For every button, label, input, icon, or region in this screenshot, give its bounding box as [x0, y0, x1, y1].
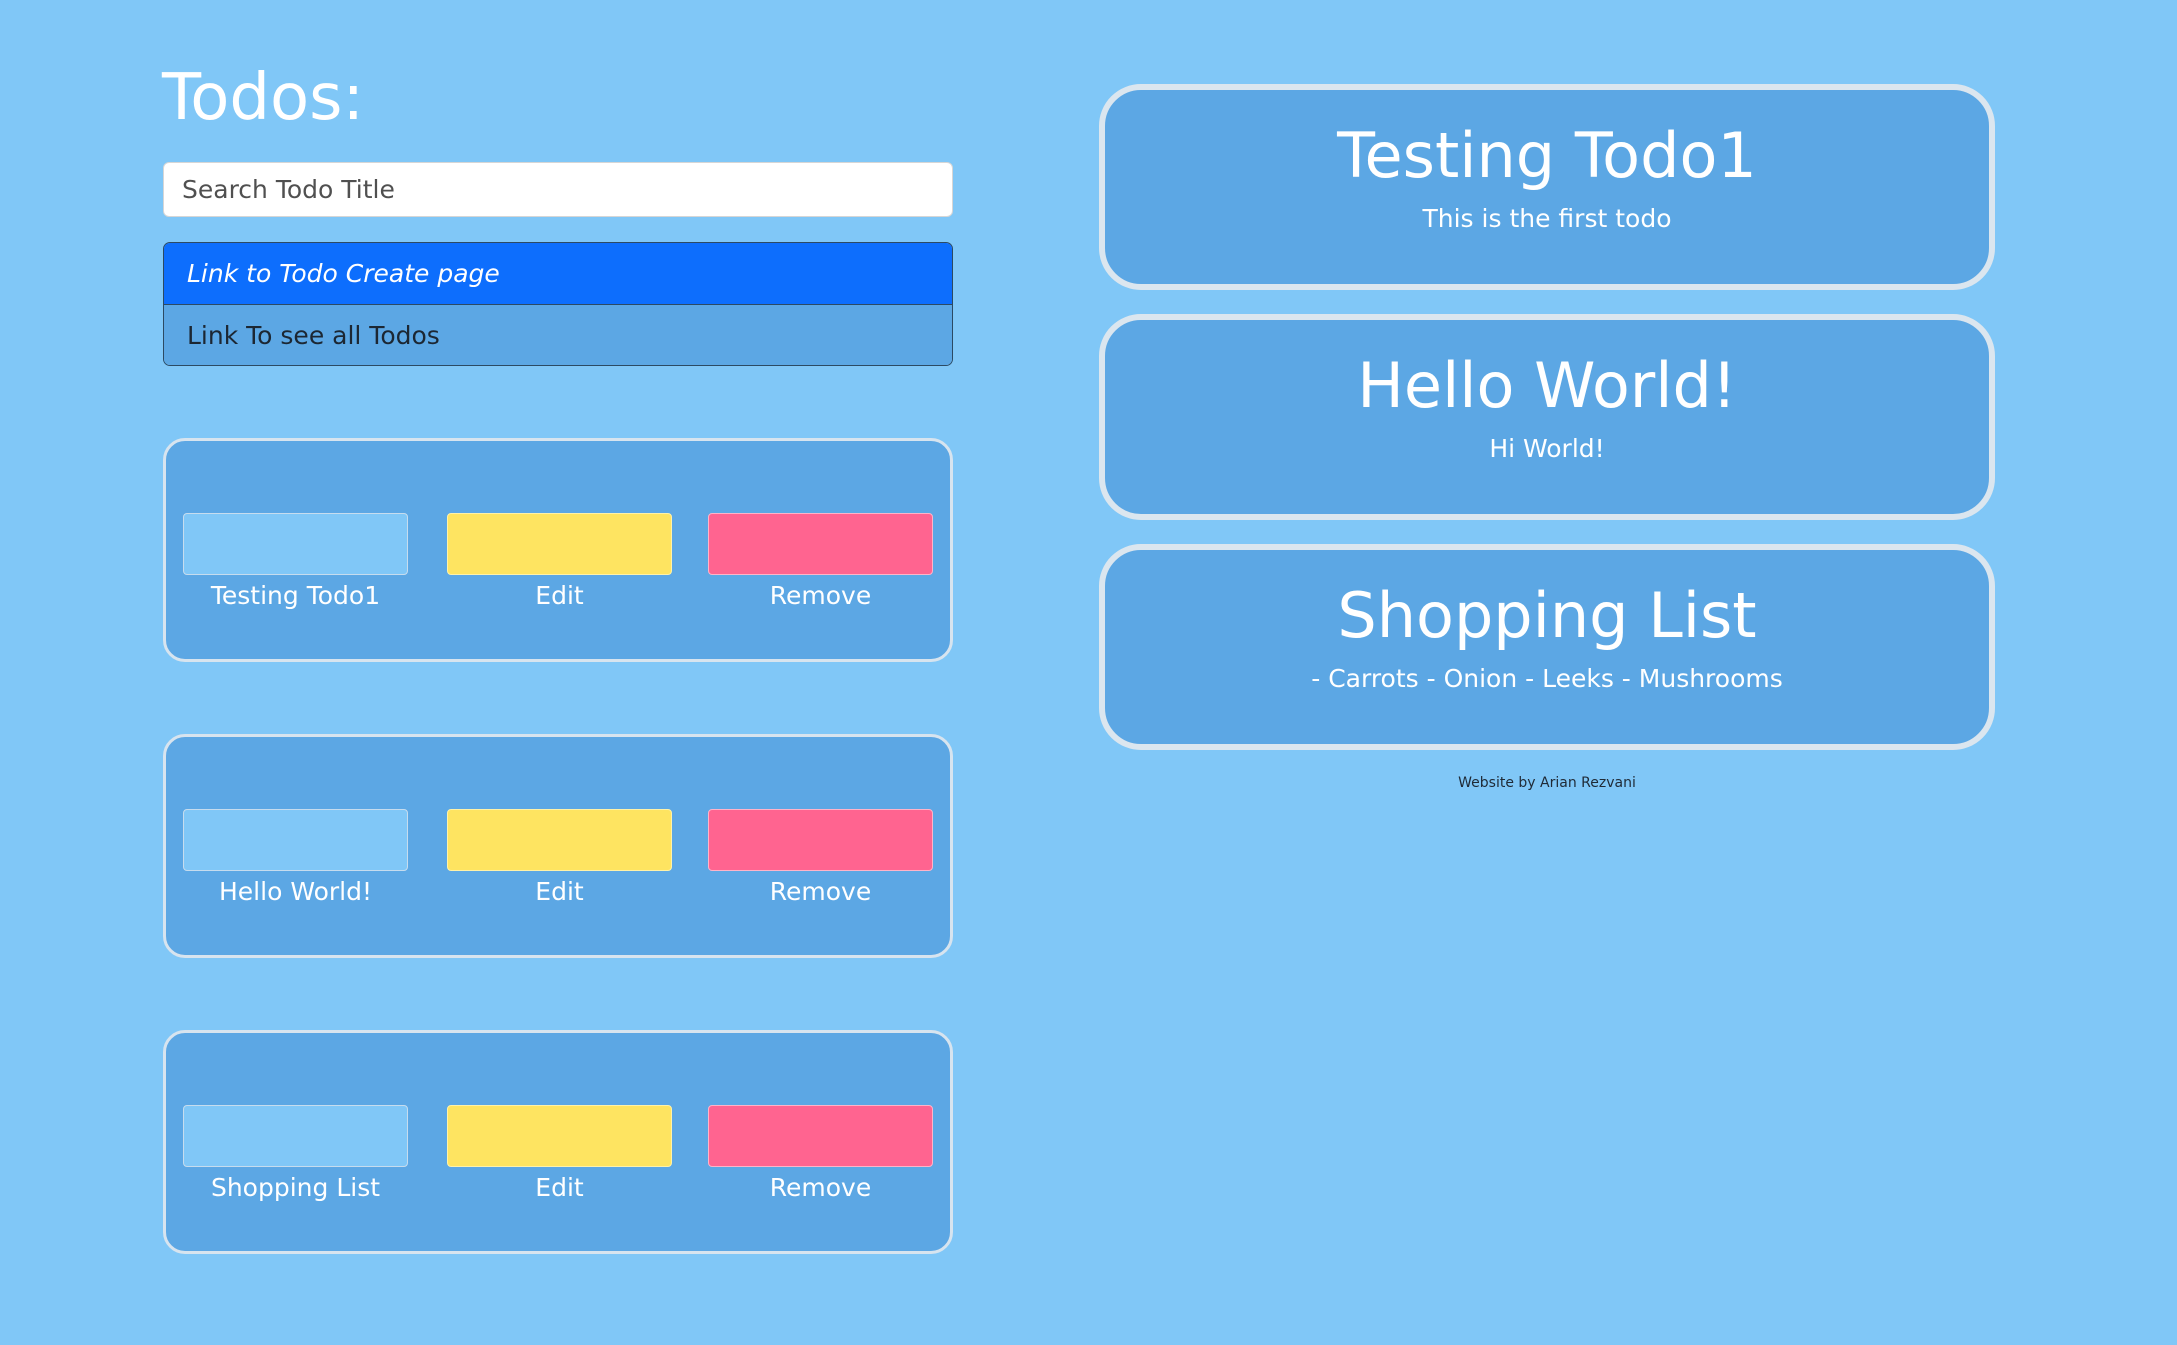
todo-row-list: Testing Todo1 Edit Remove Hello World! E…	[163, 438, 953, 1326]
todo-title-button[interactable]	[183, 809, 408, 871]
link-list: Link to Todo Create page Link To see all…	[163, 242, 953, 366]
remove-label: Remove	[769, 581, 872, 610]
todo-card-list: Testing Todo1 This is the first todo Hel…	[1099, 84, 1995, 774]
todo-card-title: Hello World!	[1357, 349, 1737, 422]
todo-card-description: Hi World!	[1489, 434, 1605, 463]
remove-cell: Remove	[708, 809, 933, 909]
todo-card: Shopping List - Carrots - Onion - Leeks …	[1099, 544, 1995, 750]
todo-card-title: Shopping List	[1337, 579, 1757, 652]
todo-title-cell: Testing Todo1	[183, 513, 408, 613]
page-title: Todos:	[162, 61, 365, 135]
todo-card: Testing Todo1 This is the first todo	[1099, 84, 1995, 290]
todo-row: Hello World! Edit Remove	[163, 734, 953, 958]
remove-label: Remove	[769, 1173, 872, 1202]
remove-label: Remove	[769, 877, 872, 906]
todo-card: Hello World! Hi World!	[1099, 314, 1995, 520]
todo-title-cell: Hello World!	[183, 809, 408, 909]
remove-button[interactable]	[708, 809, 933, 871]
edit-label: Edit	[535, 877, 584, 906]
todo-title-cell: Shopping List	[183, 1105, 408, 1205]
edit-button[interactable]	[447, 1105, 672, 1167]
remove-cell: Remove	[708, 513, 933, 613]
todo-title-button[interactable]	[183, 1105, 408, 1167]
todo-card-description: This is the first todo	[1422, 204, 1672, 233]
remove-button[interactable]	[708, 513, 933, 575]
todo-card-description: - Carrots - Onion - Leeks - Mushrooms	[1311, 664, 1783, 693]
todo-card-title: Testing Todo1	[1337, 119, 1757, 192]
edit-label: Edit	[535, 1173, 584, 1202]
edit-cell: Edit	[447, 809, 672, 909]
search-input[interactable]	[163, 162, 953, 217]
todo-title-label: Shopping List	[210, 1173, 381, 1202]
remove-button[interactable]	[708, 1105, 933, 1167]
edit-button[interactable]	[447, 513, 672, 575]
link-see-all-todos[interactable]: Link To see all Todos	[164, 304, 952, 365]
todo-title-label: Hello World!	[219, 877, 372, 906]
edit-cell: Edit	[447, 1105, 672, 1205]
link-todo-create-page[interactable]: Link to Todo Create page	[164, 243, 952, 304]
todo-title-button[interactable]	[183, 513, 408, 575]
todo-title-label: Testing Todo1	[210, 581, 381, 610]
edit-label: Edit	[535, 581, 584, 610]
edit-button[interactable]	[447, 809, 672, 871]
footer-credit: Website by Arian Rezvani	[1458, 775, 1636, 791]
todo-row: Shopping List Edit Remove	[163, 1030, 953, 1254]
edit-cell: Edit	[447, 513, 672, 613]
remove-cell: Remove	[708, 1105, 933, 1205]
todo-row: Testing Todo1 Edit Remove	[163, 438, 953, 662]
